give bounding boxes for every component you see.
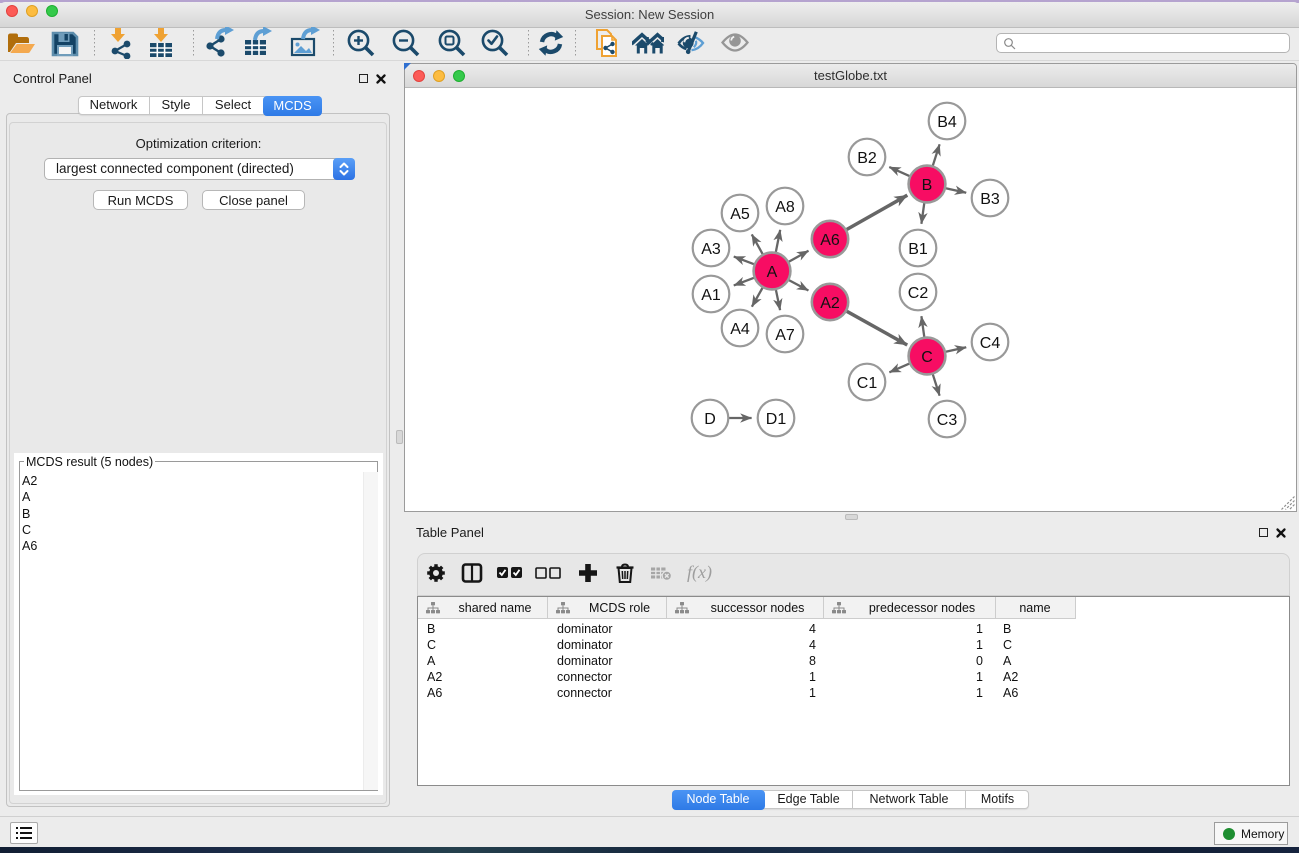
svg-text:D: D bbox=[704, 411, 716, 428]
svg-text:B1: B1 bbox=[908, 241, 928, 258]
svg-text:B3: B3 bbox=[980, 191, 1000, 208]
svg-text:B4: B4 bbox=[937, 114, 957, 131]
svg-text:D1: D1 bbox=[766, 411, 787, 428]
svg-text:C2: C2 bbox=[908, 285, 929, 302]
svg-text:A5: A5 bbox=[730, 206, 750, 223]
svg-text:B: B bbox=[922, 177, 933, 194]
svg-text:A7: A7 bbox=[775, 327, 795, 344]
svg-text:C4: C4 bbox=[980, 335, 1001, 352]
svg-text:A2: A2 bbox=[820, 295, 840, 312]
svg-text:A3: A3 bbox=[701, 241, 721, 258]
svg-text:C3: C3 bbox=[937, 412, 958, 429]
svg-text:C1: C1 bbox=[857, 375, 878, 392]
svg-text:A6: A6 bbox=[820, 232, 840, 249]
svg-text:A4: A4 bbox=[730, 321, 750, 338]
svg-text:A8: A8 bbox=[775, 199, 795, 216]
svg-text:A: A bbox=[767, 264, 778, 281]
svg-text:B2: B2 bbox=[857, 150, 877, 167]
svg-text:A1: A1 bbox=[701, 287, 721, 304]
svg-text:C: C bbox=[921, 349, 933, 366]
